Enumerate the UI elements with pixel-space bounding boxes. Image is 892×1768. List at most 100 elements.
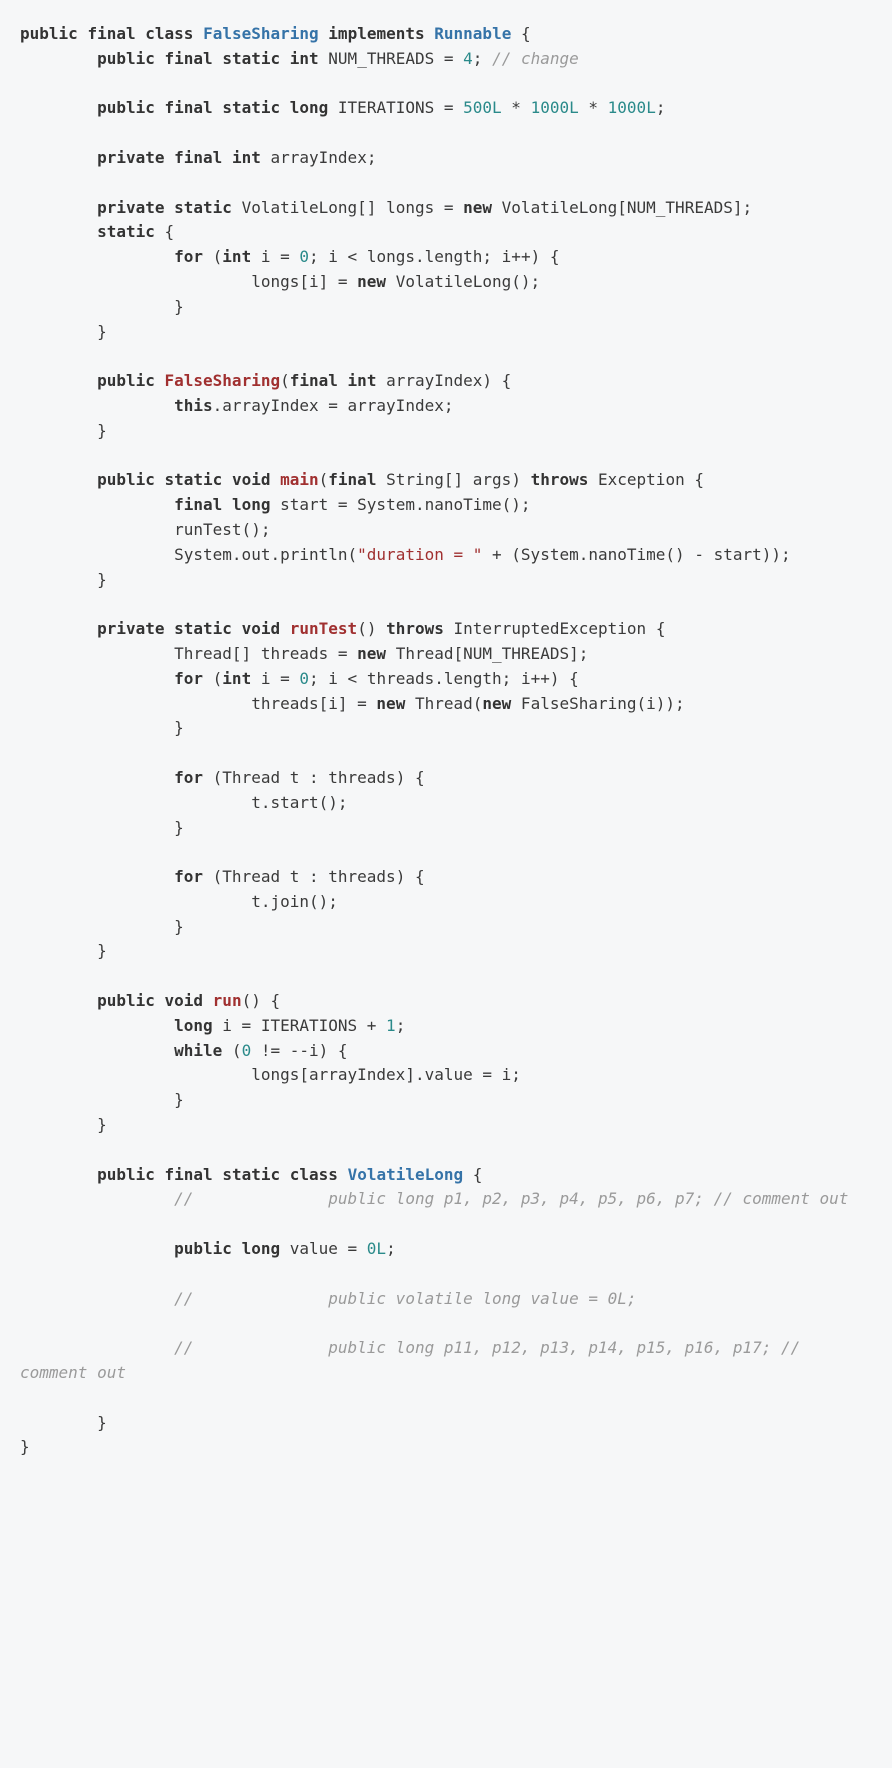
code-token: (: [203, 669, 222, 688]
code-token: // public long p1, p2, p3, p4, p5, p6, p…: [174, 1189, 848, 1208]
code-token: (): [357, 619, 386, 638]
code-token: static: [174, 619, 232, 638]
code-token: 0L: [367, 1239, 386, 1258]
code-token: [155, 98, 165, 117]
code-token: public: [97, 371, 155, 390]
code-token: throws: [531, 470, 589, 489]
code-token: () {: [242, 991, 281, 1010]
code-token: // public volatile long value = 0L;: [174, 1289, 636, 1308]
code-token: System.out.println(: [20, 545, 357, 564]
code-token: Exception {: [588, 470, 704, 489]
code-token: new: [482, 694, 511, 713]
code-token: [232, 1239, 242, 1258]
code-token: [20, 867, 174, 886]
code-token: [155, 49, 165, 68]
code-token: [20, 1289, 174, 1308]
code-token: long: [242, 1239, 281, 1258]
code-token: public: [97, 98, 155, 117]
code-token: [20, 396, 174, 415]
code-token: }: [20, 941, 107, 960]
code-token: threads[i] =: [20, 694, 376, 713]
code-token: [270, 470, 280, 489]
code-token: public: [97, 49, 155, 68]
code-token: [20, 1189, 174, 1208]
code-token: int: [290, 49, 319, 68]
code-token: throws: [386, 619, 444, 638]
code-token: FalseSharing: [203, 24, 319, 43]
code-token: Thread[] threads =: [20, 644, 357, 663]
code-token: static: [222, 98, 280, 117]
code-token: [20, 222, 97, 241]
code-token: i =: [251, 669, 299, 688]
code-token: ;: [396, 1016, 406, 1035]
code-token: {: [511, 24, 530, 43]
code-token: i =: [251, 247, 299, 266]
code-token: }: [20, 1090, 184, 1109]
code-token: FalseSharing: [165, 371, 281, 390]
code-token: [155, 470, 165, 489]
code-token: final: [87, 24, 135, 43]
code-token: static: [165, 470, 223, 489]
code-token: NUM_THREADS =: [319, 49, 464, 68]
code-token: }: [20, 917, 184, 936]
code-token: }: [20, 818, 184, 837]
code-token: while: [174, 1041, 222, 1060]
code-token: final: [174, 495, 222, 514]
code-token: [280, 1165, 290, 1184]
code-token: ;: [656, 98, 666, 117]
code-token: final: [165, 49, 213, 68]
code-token: new: [357, 644, 386, 663]
code-token: 0: [299, 247, 309, 266]
code-token: for: [174, 669, 203, 688]
code-token: [213, 1165, 223, 1184]
code-token: public: [97, 470, 155, 489]
code-token: for: [174, 867, 203, 886]
code-token: *: [502, 98, 531, 117]
code-token: ;: [386, 1239, 396, 1258]
code-token: [20, 247, 174, 266]
code-token: static: [97, 222, 155, 241]
code-token: (: [280, 371, 290, 390]
code-token: [20, 619, 97, 638]
code-token: int: [222, 669, 251, 688]
code-token: public: [174, 1239, 232, 1258]
code-token: class: [290, 1165, 338, 1184]
code-token: 4: [463, 49, 473, 68]
code-token: 0: [299, 669, 309, 688]
code-token: longs[arrayIndex].value = i;: [20, 1065, 521, 1084]
code-token: for: [174, 247, 203, 266]
code-token: [20, 991, 97, 1010]
code-token: [20, 1239, 174, 1258]
code-token: [338, 371, 348, 390]
code-token: != --i) {: [251, 1041, 347, 1060]
code-token: [232, 619, 242, 638]
code-token: new: [463, 198, 492, 217]
code-token: t.join();: [20, 892, 338, 911]
code-token: [213, 98, 223, 117]
code-token: long: [290, 98, 329, 117]
code-token: [165, 619, 175, 638]
code-token: [20, 768, 174, 787]
code-token: [20, 371, 97, 390]
code-token: void: [232, 470, 271, 489]
code-token: [20, 1165, 97, 1184]
code-token: [222, 495, 232, 514]
code-token: int: [348, 371, 377, 390]
code-token: [155, 991, 165, 1010]
code-token: }: [20, 1115, 107, 1134]
code-token: (Thread t : threads) {: [203, 768, 425, 787]
code-token: private: [97, 198, 164, 217]
code-token: FalseSharing(i));: [511, 694, 684, 713]
code-token: (Thread t : threads) {: [203, 867, 425, 886]
code-token: [338, 1165, 348, 1184]
code-token: String[] args): [376, 470, 530, 489]
code-token: [20, 669, 174, 688]
code-token: (: [319, 470, 329, 489]
code-token: {: [155, 222, 174, 241]
code-token: this: [174, 396, 213, 415]
code-token: [165, 198, 175, 217]
code-token: }: [20, 322, 107, 341]
code-token: [20, 495, 174, 514]
code-token: run: [213, 991, 242, 1010]
code-token: final: [165, 98, 213, 117]
